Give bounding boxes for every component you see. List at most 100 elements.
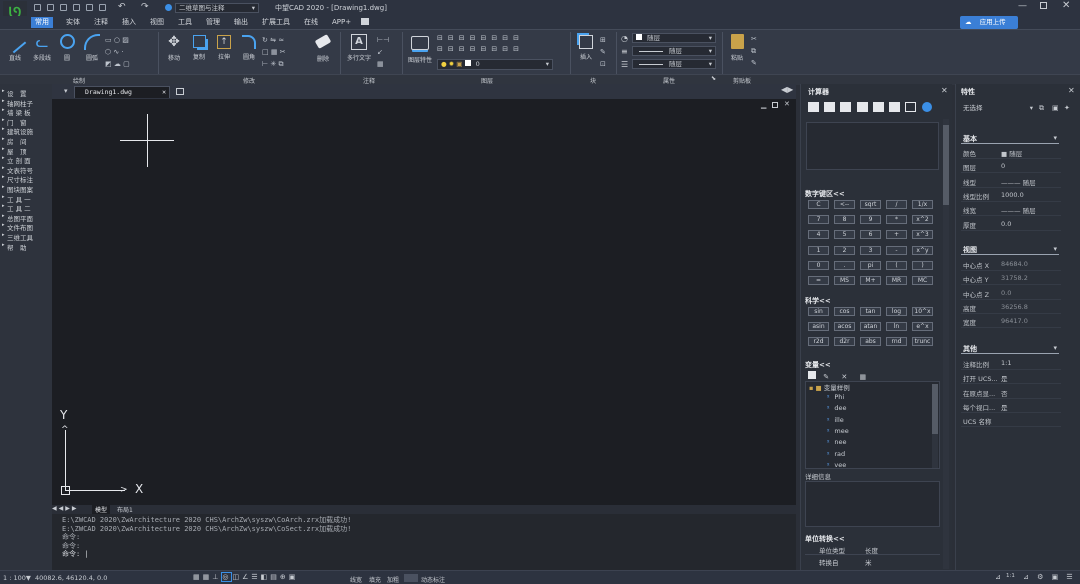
scientific-key[interactable]: r2d — [808, 337, 829, 346]
print-icon[interactable] — [86, 4, 93, 11]
tab-model[interactable]: 模型 — [92, 505, 111, 514]
plot-icon[interactable] — [99, 4, 106, 11]
variable-list[interactable]: ▪ ■ 变量样例 — [805, 381, 940, 469]
numpad-key[interactable]: x^3 — [912, 230, 933, 240]
layer-state-icon[interactable]: ⊟ — [513, 45, 524, 53]
scale-icon[interactable]: □ — [262, 48, 269, 56]
layer-dropdown[interactable]: ● ✹ ▣ 0 ▾ — [437, 59, 553, 70]
scientific-key[interactable]: asin — [808, 322, 829, 331]
viewport-close-icon[interactable]: ✕ — [784, 100, 790, 108]
property-row[interactable]: 中心点 X 84684.0 — [961, 257, 1076, 271]
open-file-icon[interactable] — [47, 4, 54, 11]
lineweight-dropdown[interactable]: 随层 ▾ — [632, 59, 716, 69]
convert-from-row[interactable]: 转换自 米 — [805, 556, 940, 567]
pick-point-icon[interactable] — [856, 102, 868, 112]
numpad-key[interactable]: . — [834, 260, 855, 270]
view-section-header[interactable]: 视图 ▾ — [961, 245, 1059, 255]
arch-menu-item[interactable]: ▸ 工 具 二 — [2, 203, 31, 213]
drawing-canvas[interactable]: ▁ ✕ ^ > Y X — [52, 99, 796, 505]
panel-toggle-left-icon[interactable]: ◀▶ — [781, 85, 793, 94]
arch-menu-item[interactable]: ▸ 总图平面 — [2, 213, 33, 223]
numpad-key[interactable]: MR — [886, 276, 907, 285]
trim-icon[interactable]: ✂ — [280, 48, 286, 56]
selection-dropdown[interactable]: 无选择 ▾ — [961, 103, 1033, 114]
maximize-button[interactable] — [1040, 2, 1047, 9]
command-prompt[interactable]: 命令: | — [62, 550, 786, 559]
new-tab-icon[interactable] — [176, 88, 184, 95]
polar-icon[interactable]: ◎ — [221, 572, 233, 582]
table-icon[interactable]: ▦ — [377, 60, 384, 68]
property-row[interactable]: 中心点 Z 0.0 — [961, 286, 1076, 300]
other-section-header[interactable]: 其他 ▾ — [961, 344, 1059, 354]
edit-block-icon[interactable]: ✎ — [600, 48, 606, 56]
layer-delete-icon[interactable]: ⊟ — [502, 45, 513, 53]
point-icon[interactable]: · — [121, 48, 123, 56]
menu-item-tools[interactable]: 工具 — [176, 17, 194, 28]
unit-type-row[interactable]: 单位类型 长度 — [805, 544, 940, 555]
arch-menu-item[interactable]: ▸ 三维工具 — [2, 232, 33, 242]
circle-tool[interactable]: 圆 — [57, 34, 77, 62]
numpad-header[interactable]: 数字键区<< — [805, 189, 845, 199]
extend-icon[interactable]: ⊢ — [262, 60, 268, 68]
numpad-key[interactable]: <-- — [834, 200, 855, 209]
scientific-key[interactable]: abs — [860, 337, 881, 346]
osnap-icon[interactable]: ◫ — [232, 573, 242, 581]
status-lineweight[interactable]: 线宽 — [350, 575, 362, 584]
numpad-key[interactable]: = — [808, 276, 829, 285]
menu-item-solid[interactable]: 实体 — [64, 17, 82, 28]
stretch-tool[interactable]: ↑ 拉伸 — [213, 34, 235, 61]
layer-previous-icon[interactable]: ⊟ — [491, 34, 502, 42]
scientific-key[interactable]: acos — [834, 322, 855, 331]
numpad-key[interactable]: 4 — [808, 230, 829, 240]
tpy-icon[interactable]: ◧ — [261, 573, 271, 581]
numpad-key[interactable]: 7 — [808, 215, 829, 225]
cut-icon[interactable]: ✂ — [751, 35, 757, 43]
copy-tool[interactable]: 复制 — [188, 34, 210, 61]
arch-menu-item[interactable]: ▸ 墙 梁 板 — [2, 107, 31, 117]
insert-block-tool[interactable]: 插入 — [575, 34, 597, 61]
property-row[interactable]: UCS 名称 — [961, 413, 1076, 428]
calculator-display[interactable] — [806, 122, 939, 170]
qp-icon[interactable]: ▤ — [270, 573, 280, 581]
copy-clip-icon[interactable]: ⧉ — [751, 47, 756, 55]
save-icon[interactable] — [60, 4, 67, 11]
layer-walk-icon[interactable]: ⊟ — [502, 34, 513, 42]
variable-item[interactable]: ᵡ nee — [827, 438, 847, 446]
menu-item-home[interactable]: 常用 — [31, 17, 53, 28]
property-row[interactable]: 线宽 ——— 随层 — [961, 202, 1076, 217]
ortho-icon[interactable]: ⊥ — [212, 573, 221, 581]
scientific-key[interactable]: cos — [834, 307, 855, 316]
variable-scrollbar[interactable] — [932, 384, 938, 468]
menu-item-appplus[interactable]: APP+ — [330, 17, 353, 28]
property-row[interactable]: 在原点显... 否 — [961, 385, 1076, 399]
match-prop-icon[interactable]: ✎ — [751, 59, 757, 67]
layer-thaw-icon[interactable]: ⊟ — [448, 45, 459, 53]
numpad-key[interactable]: x^y — [912, 245, 933, 255]
numpad-key[interactable]: - — [886, 245, 907, 255]
menu-item-view[interactable]: 视图 — [148, 17, 166, 28]
property-row[interactable]: 打开 UCS... 是 — [961, 370, 1076, 385]
variables-header[interactable]: 变量<< — [805, 360, 831, 370]
scientific-key[interactable]: rnd — [886, 337, 907, 346]
tab-nav-icons[interactable]: ◀◀▶▶ — [52, 505, 78, 512]
numpad-key[interactable]: ) — [912, 260, 933, 270]
match-properties-icon[interactable]: ◔ — [621, 34, 628, 43]
property-row[interactable]: 中心点 Y 31758.2 — [961, 271, 1076, 286]
explode-icon[interactable]: ✳ — [270, 60, 276, 68]
paste-tool[interactable]: 粘贴 — [726, 34, 748, 62]
layer-off-icon[interactable]: ⊟ — [437, 34, 448, 42]
scientific-key[interactable]: e^x — [912, 322, 933, 331]
arch-menu-item[interactable]: ▸ 尺寸标注 — [2, 174, 33, 184]
property-row[interactable]: 注释比例 1:1 — [961, 356, 1076, 370]
viewport-minimize-icon[interactable]: ▁ — [761, 101, 766, 109]
property-row[interactable]: 厚度 0.0 — [961, 217, 1076, 231]
linetype-dropdown[interactable]: 随层 ▾ — [632, 46, 716, 56]
minimize-button[interactable]: — — [1018, 1, 1027, 11]
new-variable-icon[interactable] — [808, 371, 816, 379]
lineweight-toggle-icon[interactable]: ☰ — [251, 573, 260, 581]
numpad-key[interactable]: C — [808, 200, 829, 209]
variable-item[interactable]: ᵡ vee — [827, 461, 846, 469]
property-row[interactable]: 颜色 ■ 随层 — [961, 145, 1076, 159]
variable-item[interactable]: ᵡ mee — [827, 427, 849, 435]
rectangle-icon[interactable]: ▭ — [105, 36, 112, 44]
